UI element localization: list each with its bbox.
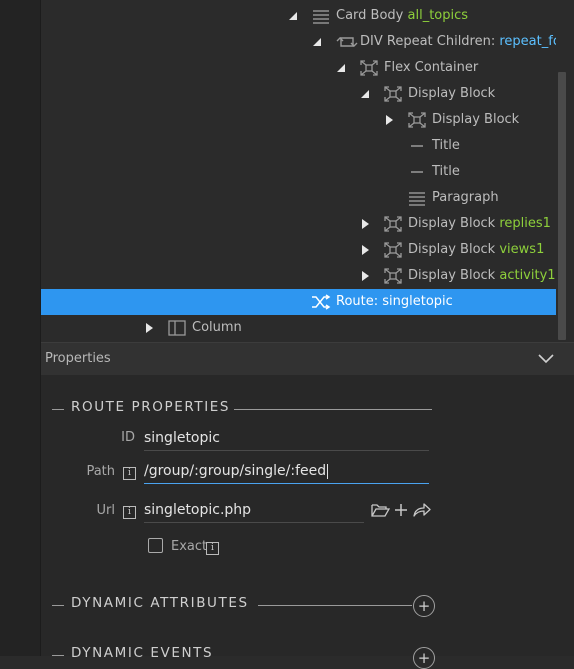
block-icon: [384, 242, 402, 258]
section-title: DYNAMIC ATTRIBUTES: [71, 595, 249, 611]
tree-row-tag: all_topics: [407, 8, 469, 23]
tree-row-label: Display Block: [408, 86, 496, 101]
url-field[interactable]: singletopic.php: [144, 498, 364, 523]
tree-row-title[interactable]: Title: [41, 159, 556, 185]
tree-row-card-body[interactable]: Card Body all_topics: [41, 3, 556, 29]
id-label: ID: [121, 430, 135, 445]
info-icon[interactable]: i: [123, 467, 136, 480]
dynamic-attributes-section: DYNAMIC ATTRIBUTES: [52, 595, 448, 613]
section-title: ROUTE PROPERTIES: [71, 399, 231, 415]
route-icon: [311, 294, 331, 310]
repeat-icon: [336, 34, 358, 50]
chevron-down-icon[interactable]: [538, 352, 554, 368]
url-actions: [371, 502, 432, 522]
block-icon: [408, 112, 426, 128]
tree-row-label: Display Block: [432, 112, 520, 127]
list-icon: [312, 8, 330, 24]
expanded-triangle-icon[interactable]: [358, 81, 372, 107]
collapsed-triangle-icon[interactable]: [358, 263, 372, 289]
section-divider: [52, 409, 64, 410]
block-icon: [384, 86, 402, 102]
tree-row-label: Flex Container: [384, 60, 479, 75]
tree-row-display-block[interactable]: Display Block views1: [41, 237, 556, 263]
tree-row-tag: replies1: [499, 216, 551, 231]
collapsed-triangle-icon[interactable]: [358, 237, 372, 263]
collapsed-triangle-icon[interactable]: [358, 211, 372, 237]
section-divider: [258, 605, 412, 606]
tree-row-display-block[interactable]: Display Block replies1: [41, 211, 556, 237]
info-icon[interactable]: i: [206, 542, 219, 555]
tree-row-flex-container[interactable]: Flex Container: [41, 55, 556, 81]
paragraph-icon: [408, 190, 426, 206]
tree-scrollbar-thumb[interactable]: [558, 72, 566, 340]
section-divider: [234, 409, 432, 410]
block-icon: [384, 268, 402, 284]
exact-label: Exact: [171, 539, 208, 554]
tree-row-label: Column: [192, 320, 242, 335]
plus-icon[interactable]: [393, 502, 409, 522]
tree-row-label: DIV Repeat Children:: [360, 34, 496, 49]
section-divider: [52, 605, 64, 606]
properties-title: Properties: [45, 351, 111, 366]
tree-row-label: Route: singletopic: [336, 294, 453, 309]
tree-row-label: Display Block: [408, 268, 496, 283]
tree-row-tag: views1: [499, 242, 545, 257]
tree-row-repeat-children[interactable]: DIV Repeat Children: repeat_forum: [41, 29, 556, 55]
url-label: Url: [96, 503, 115, 518]
tree-row-tag: activity1: [499, 268, 556, 283]
collapsed-triangle-icon[interactable]: [382, 107, 396, 133]
exact-checkbox[interactable]: [148, 538, 163, 553]
collapsed-triangle-icon[interactable]: [142, 315, 156, 341]
expanded-triangle-icon[interactable]: [310, 29, 324, 55]
tree-row-display-block[interactable]: Display Block: [41, 107, 556, 133]
add-dynamic-event-button[interactable]: +: [413, 647, 435, 669]
path-value: /group/:group/single/:feed: [144, 463, 327, 479]
tree-row-title[interactable]: Title: [41, 133, 556, 159]
tree-row-route-selected[interactable]: Route: singletopic: [41, 289, 556, 315]
tree-row-paragraph[interactable]: Paragraph: [41, 185, 556, 211]
tree-row-display-block[interactable]: Display Block: [41, 81, 556, 107]
path-label: Path: [86, 464, 115, 479]
id-field[interactable]: singletopic: [144, 426, 429, 451]
tree-row-display-block[interactable]: Display Block activity1: [41, 263, 556, 289]
tree-row-label: Title: [432, 164, 460, 179]
route-properties-section: ROUTE PROPERTIES: [52, 399, 432, 417]
expanded-triangle-icon[interactable]: [286, 3, 300, 29]
dash-icon: [408, 138, 426, 154]
folder-icon[interactable]: [371, 502, 391, 522]
tree-row-label: Display Block: [408, 242, 496, 257]
tree-row-tag: repeat_forum: [499, 34, 556, 49]
info-icon[interactable]: i: [123, 506, 136, 519]
dash-icon: [408, 164, 426, 180]
section-title: DYNAMIC EVENTS: [71, 645, 214, 661]
tree-row-label: Display Block: [408, 216, 496, 231]
text-caret: [327, 463, 329, 479]
left-strip: [0, 0, 41, 656]
tree-row-label: Card Body: [336, 8, 404, 23]
expanded-triangle-icon[interactable]: [334, 55, 348, 81]
flex-icon: [360, 60, 378, 76]
properties-header[interactable]: Properties: [41, 342, 574, 376]
tree-row-label: Title: [432, 138, 460, 153]
tree-row-label: Paragraph: [432, 190, 499, 205]
dynamic-events-section: DYNAMIC EVENTS: [52, 645, 448, 663]
properties-panel: ROUTE PROPERTIES ID singletopic Path i /…: [41, 375, 574, 669]
path-field[interactable]: /group/:group/single/:feed: [144, 459, 429, 484]
structure-tree: Card Body all_topics DIV Repeat Children…: [41, 0, 556, 342]
column-icon: [168, 320, 186, 336]
add-dynamic-attribute-button[interactable]: +: [413, 595, 435, 617]
tree-row-column[interactable]: Column: [41, 315, 556, 341]
block-icon: [384, 216, 402, 232]
share-icon[interactable]: [412, 502, 432, 522]
